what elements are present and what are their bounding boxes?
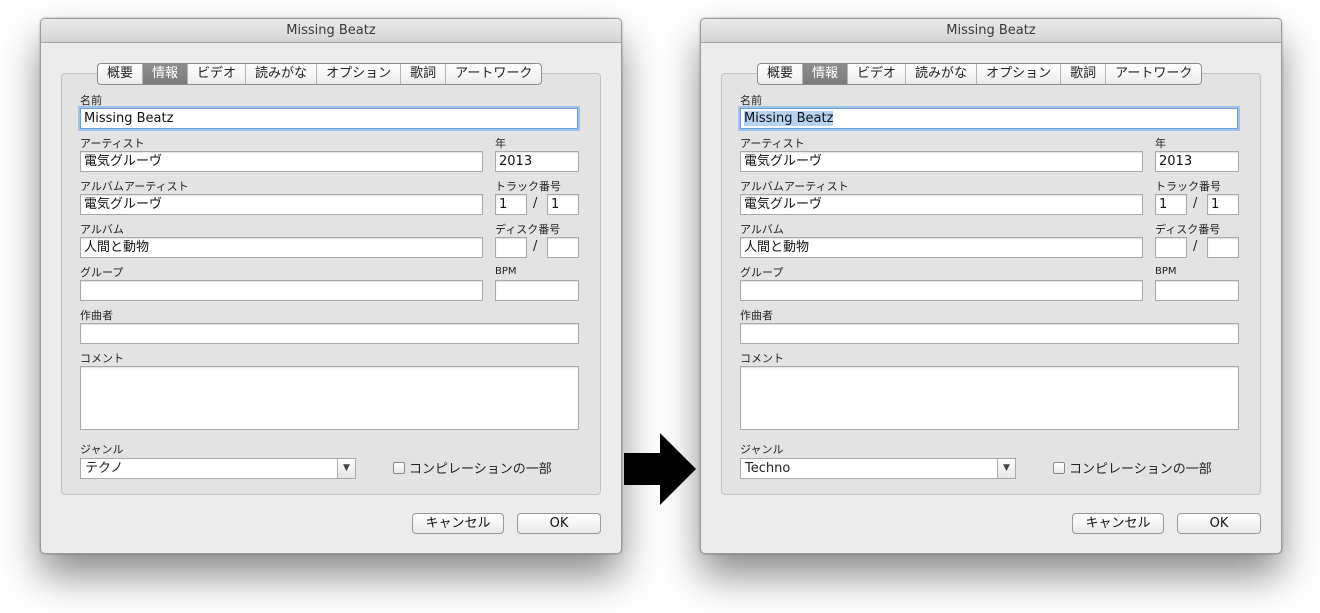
chevron-down-icon[interactable]: ▼ [337,459,355,478]
disc-number-label: ディスク番号 [1155,223,1221,236]
grouping-field[interactable] [740,280,1143,301]
composer-label: 作曲者 [80,309,113,322]
chevron-down-icon[interactable]: ▼ [997,459,1015,478]
name-field[interactable]: Missing Beatz [740,108,1238,129]
artist-field[interactable]: 電気グルーヴ [740,151,1143,172]
disc-number-field[interactable] [1155,237,1187,258]
right-arrow-icon [624,433,696,505]
checkbox-box[interactable] [1053,461,1065,474]
album-artist-label: アルバムアーティスト [80,180,189,193]
ok-button[interactable]: OK [1177,513,1261,534]
year-field[interactable]: 2013 [495,151,579,172]
cancel-button[interactable]: キャンセル [412,513,504,534]
compilation-label: コンピレーションの一部 [1069,462,1212,477]
tab-sorting[interactable]: 読みがな [905,64,976,84]
composer-field[interactable] [740,323,1239,344]
year-label: 年 [495,137,506,150]
compilation-checkbox[interactable]: コンピレーションの一部 [1053,458,1212,477]
name-field[interactable]: Missing Beatz [80,108,578,129]
cancel-button[interactable]: キャンセル [1072,513,1164,534]
track-number-label: トラック番号 [495,180,561,193]
composer-field[interactable] [80,323,579,344]
disc-slash: / [1193,239,1198,254]
tab-artwork[interactable]: アートワーク [445,64,541,84]
tab-sorting[interactable]: 読みがな [245,64,316,84]
tab-lyrics[interactable]: 歌詞 [400,64,445,84]
info-dialog-before: Missing Beatz 概要 情報 ビデオ 読みがな オプション 歌詞 アー… [40,18,622,554]
genre-value: Techno [745,461,791,476]
album-artist-label: アルバムアーティスト [740,180,849,193]
comments-label: コメント [80,352,124,365]
disc-total-field[interactable] [547,237,579,258]
comments-field[interactable] [80,366,579,430]
ok-button[interactable]: OK [517,513,601,534]
grouping-field[interactable] [80,280,483,301]
name-label: 名前 [740,94,762,107]
disc-number-field[interactable] [495,237,527,258]
bpm-field[interactable] [495,280,579,301]
genre-value: テクノ [85,461,124,476]
tab-info[interactable]: 情報 [802,64,848,84]
tab-lyrics[interactable]: 歌詞 [1060,64,1105,84]
tab-bar: 概要 情報 ビデオ 読みがな オプション 歌詞 アートワーク [757,63,1203,85]
comments-field[interactable] [740,366,1239,430]
tab-options[interactable]: オプション [316,64,400,84]
year-label: 年 [1155,137,1166,150]
disc-total-field[interactable] [1207,237,1239,258]
album-field[interactable]: 人間と動物 [80,237,483,258]
album-field[interactable]: 人間と動物 [740,237,1143,258]
compilation-checkbox[interactable]: コンピレーションの一部 [393,458,552,477]
tab-options[interactable]: オプション [976,64,1060,84]
tab-video[interactable]: ビデオ [187,64,245,84]
track-total-field[interactable]: 1 [1207,194,1239,215]
disc-slash: / [533,239,538,254]
bpm-label: BPM [495,266,517,277]
name-value: Missing Beatz [84,111,174,126]
disc-number-label: ディスク番号 [495,223,561,236]
tab-bar: 概要 情報 ビデオ 読みがな オプション 歌詞 アートワーク [97,63,543,85]
year-field[interactable]: 2013 [1155,151,1239,172]
genre-combobox[interactable]: Techno ▼ [740,458,1016,479]
tab-info[interactable]: 情報 [142,64,188,84]
info-dialog-after: Missing Beatz 概要 情報 ビデオ 読みがな オプション 歌詞 アー… [700,18,1282,554]
track-number-field[interactable]: 1 [1155,194,1187,215]
tab-summary[interactable]: 概要 [98,64,142,84]
composer-label: 作曲者 [740,309,773,322]
name-label: 名前 [80,94,102,107]
album-artist-field[interactable]: 電気グルーヴ [80,194,483,215]
artist-label: アーティスト [80,137,145,150]
track-slash: / [533,196,538,211]
tab-summary[interactable]: 概要 [758,64,802,84]
name-value-selected: Missing Beatz [744,111,834,126]
bpm-label: BPM [1155,266,1177,277]
artist-label: アーティスト [740,137,805,150]
compilation-label: コンピレーションの一部 [409,462,552,477]
genre-label: ジャンル [80,443,124,456]
tab-artwork[interactable]: アートワーク [1105,64,1201,84]
window-title: Missing Beatz [41,19,621,43]
comments-label: コメント [740,352,784,365]
track-number-label: トラック番号 [1155,180,1221,193]
grouping-label: グループ [80,266,124,279]
track-slash: / [1193,196,1198,211]
grouping-label: グループ [740,266,784,279]
tab-video[interactable]: ビデオ [847,64,905,84]
checkbox-box[interactable] [393,461,405,474]
album-artist-field[interactable]: 電気グルーヴ [740,194,1143,215]
track-total-field[interactable]: 1 [547,194,579,215]
genre-label: ジャンル [740,443,784,456]
genre-combobox[interactable]: テクノ ▼ [80,458,356,479]
artist-field[interactable]: 電気グルーヴ [80,151,483,172]
album-label: アルバム [80,223,124,236]
window-title: Missing Beatz [701,19,1281,43]
album-label: アルバム [740,223,784,236]
bpm-field[interactable] [1155,280,1239,301]
track-number-field[interactable]: 1 [495,194,527,215]
